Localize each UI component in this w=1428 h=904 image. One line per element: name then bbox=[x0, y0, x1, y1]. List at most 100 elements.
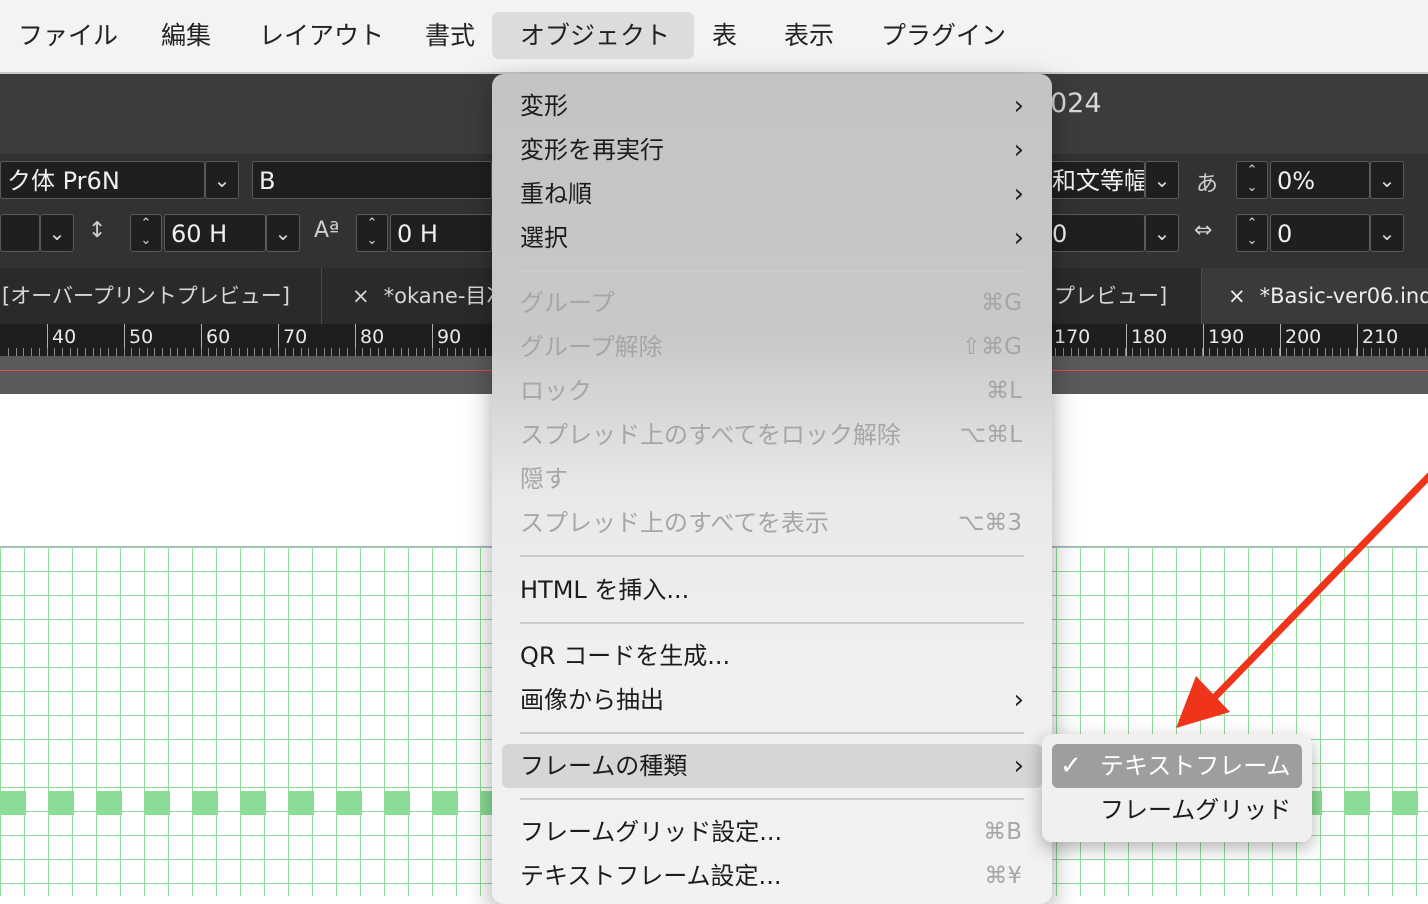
mojikumi-dropdown[interactable]: ⌄ bbox=[1145, 161, 1179, 199]
font-style-field[interactable]: B bbox=[252, 161, 492, 199]
spacing-stepper[interactable]: ⌃ ⌄ bbox=[1236, 214, 1268, 252]
font-family-field[interactable]: ク体 Pr6N bbox=[0, 161, 205, 199]
ruler-minor-tick bbox=[138, 348, 140, 356]
menu-file[interactable]: ファイル bbox=[0, 12, 146, 59]
menu-item-frame-grid-options[interactable]: フレームグリッド設定... ⌘B bbox=[502, 810, 1042, 854]
tab-overprint-preview[interactable]: [オーバープリントプレビュー] bbox=[0, 268, 322, 324]
menu-view[interactable]: 表示 bbox=[756, 12, 862, 59]
menu-layout[interactable]: レイアウト bbox=[231, 12, 412, 59]
shortcut: ⇧⌘G bbox=[961, 334, 1022, 360]
ruler-minor-tick bbox=[239, 348, 240, 356]
menu-type[interactable]: 書式 bbox=[397, 12, 503, 59]
menu-item-group[interactable]: グループ ⌘G bbox=[502, 281, 1042, 325]
leading-field[interactable]: 60 H bbox=[164, 214, 266, 252]
menu-item-arrange[interactable]: 重ね順 › bbox=[502, 172, 1042, 216]
font-size-field[interactable] bbox=[0, 214, 40, 252]
menu-item-unlock-all[interactable]: スプレッド上のすべてをロック解除 ⌥⌘L bbox=[502, 413, 1042, 457]
ruler-minor-tick bbox=[331, 348, 333, 356]
ruler-minor-tick bbox=[1101, 348, 1103, 356]
ruler-minor-tick bbox=[377, 348, 379, 356]
tab-preview[interactable]: プレビュー] bbox=[1052, 268, 1202, 324]
menu-item-generate-qr[interactable]: QR コードを生成... bbox=[502, 634, 1042, 678]
character-spacing-icon: ⇔ bbox=[1194, 218, 1213, 243]
ruler-minor-tick bbox=[1124, 348, 1126, 356]
spacing-field[interactable]: 0 bbox=[1270, 214, 1370, 252]
ruler-minor-tick bbox=[154, 348, 156, 356]
ruler-minor-tick bbox=[1109, 348, 1111, 356]
menu-item-extract-from-image[interactable]: 画像から抽出 › bbox=[502, 678, 1042, 722]
shortcut: ⌘L bbox=[986, 378, 1022, 404]
ruler-minor-tick bbox=[423, 348, 425, 356]
ruler-minor-tick bbox=[354, 348, 356, 356]
ruler-minor-tick bbox=[308, 348, 310, 356]
tab-label: プレビュー] bbox=[1054, 284, 1168, 308]
ruler-minor-tick bbox=[1309, 348, 1311, 356]
menu-item-text-frame-options[interactable]: テキストフレーム設定... ⌘¥ bbox=[502, 854, 1042, 898]
shortcut: ⌘G bbox=[981, 290, 1022, 316]
ruler-minor-tick bbox=[1417, 348, 1419, 356]
leading-stepper[interactable]: ⌃ ⌄ bbox=[130, 214, 162, 252]
ruler-minor-tick bbox=[200, 348, 202, 356]
close-icon[interactable]: × bbox=[1228, 284, 1246, 308]
menu-plugins[interactable]: プラグイン bbox=[853, 12, 1034, 59]
tsume-field[interactable]: 0% bbox=[1270, 161, 1370, 199]
ruler-minor-tick bbox=[8, 348, 9, 356]
close-icon[interactable]: × bbox=[352, 284, 370, 308]
menu-item-lock[interactable]: ロック ⌘L bbox=[502, 369, 1042, 413]
menu-item-transform-again[interactable]: 変形を再実行 › bbox=[502, 128, 1042, 172]
ruler-minor-tick bbox=[431, 348, 433, 356]
ruler-minor-tick bbox=[1317, 348, 1318, 356]
font-family-dropdown[interactable]: ⌄ bbox=[205, 161, 239, 199]
submenu-item-frame-grid[interactable]: フレームグリッド bbox=[1052, 788, 1302, 832]
submenu-item-text-frame[interactable]: ✓ テキストフレーム bbox=[1052, 744, 1302, 788]
ruler-minor-tick bbox=[31, 348, 33, 356]
ruler-minor-tick bbox=[162, 348, 163, 356]
ruler-minor-tick bbox=[439, 348, 441, 356]
grid-count-dropdown[interactable]: ⌄ bbox=[1145, 214, 1179, 252]
ruler-minor-tick bbox=[192, 348, 194, 356]
tab-label: [オーバープリントプレビュー] bbox=[2, 284, 290, 308]
spacing-dropdown[interactable]: ⌄ bbox=[1370, 214, 1404, 252]
tsume-stepper[interactable]: ⌃ ⌄ bbox=[1236, 161, 1268, 199]
menu-table[interactable]: 表 bbox=[684, 12, 765, 59]
ruler-minor-tick bbox=[416, 348, 418, 356]
tab-basic-ver06[interactable]: × *Basic-ver06.indd bbox=[1202, 268, 1428, 324]
ruler-minor-tick bbox=[69, 348, 71, 356]
ruler-minor-tick bbox=[1201, 348, 1203, 356]
ruler-minor-tick bbox=[470, 348, 471, 356]
ruler-minor-tick bbox=[1055, 348, 1057, 356]
mojikumi-field[interactable]: 和文等幅 bbox=[1045, 161, 1145, 199]
ruler-minor-tick bbox=[1301, 348, 1303, 356]
menu-item-show-all[interactable]: スプレッド上のすべてを表示 ⌥⌘3 bbox=[502, 501, 1042, 545]
chevron-right-icon: › bbox=[1013, 135, 1024, 165]
ruler-minor-tick bbox=[208, 348, 210, 356]
menu-item-select[interactable]: 選択 › bbox=[502, 216, 1042, 260]
menu-object[interactable]: オブジェクト bbox=[492, 12, 694, 59]
menu-item-frame-type[interactable]: フレームの種類 › bbox=[502, 744, 1042, 788]
ruler-minor-tick bbox=[1340, 348, 1342, 356]
baseline-shift-field[interactable]: 0 H bbox=[390, 214, 492, 252]
menu-item-transform[interactable]: 変形 › bbox=[502, 84, 1042, 128]
ruler-label: 80 bbox=[360, 326, 385, 348]
ruler-minor-tick bbox=[1070, 348, 1072, 356]
ruler-minor-tick bbox=[38, 348, 40, 356]
menu-item-hide[interactable]: 隠す bbox=[502, 457, 1042, 501]
menu-item-ungroup[interactable]: グループ解除 ⇧⌘G bbox=[502, 325, 1042, 369]
ruler-minor-tick bbox=[131, 348, 133, 356]
grid-count-field[interactable]: 0 bbox=[1045, 214, 1145, 252]
ruler-minor-tick bbox=[300, 348, 302, 356]
menu-edit[interactable]: 編集 bbox=[133, 12, 239, 59]
font-size-dropdown[interactable]: ⌄ bbox=[40, 214, 74, 252]
ruler-minor-tick bbox=[23, 348, 25, 356]
tab-okane[interactable]: × *okane-目次 bbox=[322, 268, 492, 324]
leading-dropdown[interactable]: ⌄ bbox=[266, 214, 300, 252]
shortcut: ⌘B bbox=[983, 819, 1022, 845]
chevron-right-icon: › bbox=[1013, 91, 1024, 121]
ruler-minor-tick bbox=[1293, 348, 1295, 356]
baseline-shift-stepper[interactable]: ⌃ ⌄ bbox=[356, 214, 388, 252]
ruler-label: 190 bbox=[1208, 326, 1245, 348]
ruler-minor-tick bbox=[1355, 348, 1357, 356]
menu-item-insert-html[interactable]: HTML を挿入... bbox=[502, 568, 1042, 612]
ruler-label: 60 bbox=[206, 326, 231, 348]
tsume-dropdown[interactable]: ⌄ bbox=[1370, 161, 1404, 199]
